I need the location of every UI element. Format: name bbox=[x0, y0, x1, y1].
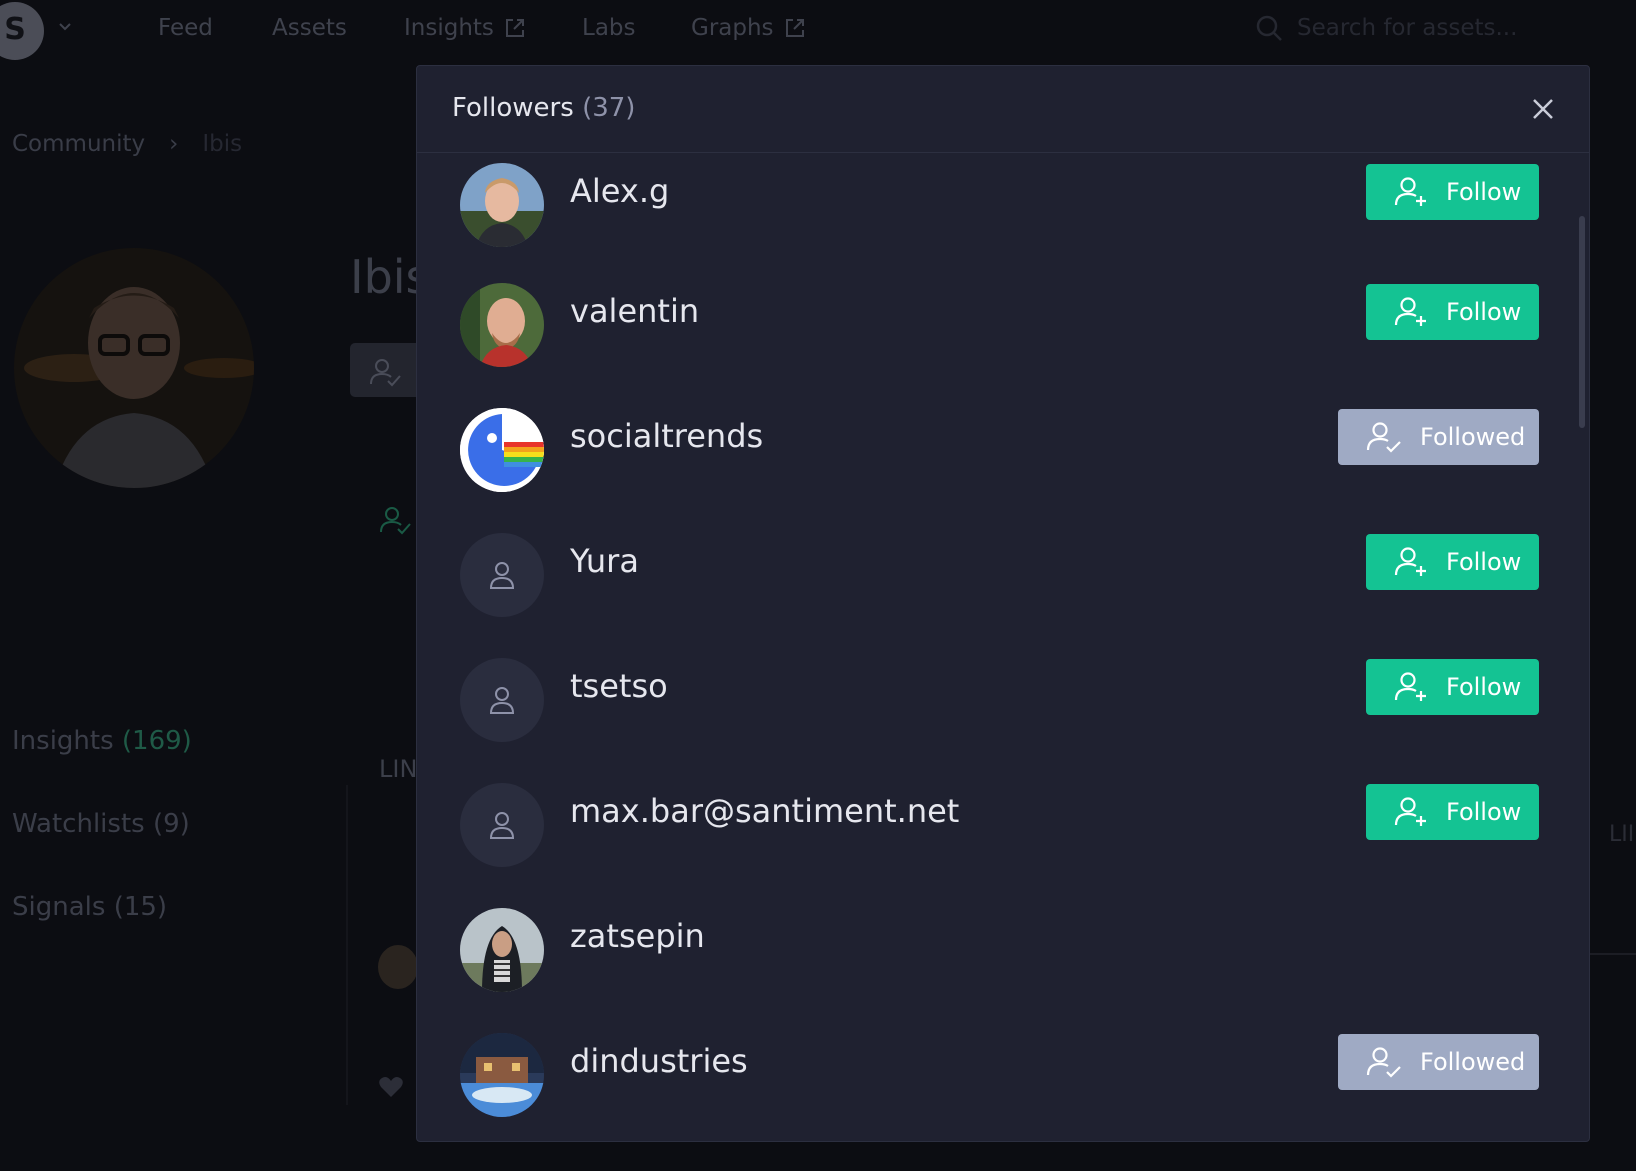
list-item: zatsepin bbox=[417, 899, 1589, 1024]
user-plus-icon bbox=[1394, 797, 1426, 826]
followers-modal: Followers (37) Alex.g Follow valentin Fo… bbox=[416, 65, 1590, 1142]
santiment-logo[interactable]: S bbox=[0, 2, 44, 60]
tab-signals-count: (15) bbox=[113, 892, 168, 922]
list-item: Yura Follow bbox=[417, 524, 1589, 649]
search-bar[interactable]: Search for assets... bbox=[1255, 14, 1517, 42]
avatar[interactable] bbox=[460, 908, 544, 992]
follower-name[interactable]: Alex.g bbox=[570, 172, 669, 210]
top-navigation: S Feed Assets Insights Labs Graphs Searc… bbox=[0, 0, 1636, 62]
background-heading-right: LII bbox=[1609, 822, 1635, 847]
avatar[interactable] bbox=[460, 1033, 544, 1117]
follow-button[interactable]: Follow bbox=[1366, 164, 1539, 220]
breadcrumb-community[interactable]: Community bbox=[12, 131, 145, 157]
avatar[interactable] bbox=[460, 408, 544, 492]
avatar[interactable] bbox=[460, 533, 544, 617]
tab-insights-count: (169) bbox=[121, 726, 192, 756]
follow-button[interactable]: Follow bbox=[1366, 534, 1539, 590]
heart-icon bbox=[379, 1077, 403, 1097]
follow-button[interactable]: Follow bbox=[1366, 784, 1539, 840]
follower-name[interactable]: dindustries bbox=[570, 1042, 748, 1080]
scrollbar[interactable] bbox=[1579, 216, 1585, 428]
list-item: dindustries Followed bbox=[417, 1024, 1589, 1141]
avatar[interactable] bbox=[460, 783, 544, 867]
follow-button-label: Follow bbox=[1446, 178, 1522, 206]
list-item: tsetso Follow bbox=[417, 649, 1589, 774]
divider bbox=[346, 785, 348, 1105]
search-placeholder: Search for assets... bbox=[1297, 15, 1518, 41]
breadcrumb: Community › Ibis bbox=[12, 131, 242, 157]
divider bbox=[1590, 953, 1636, 955]
follower-name[interactable]: Yura bbox=[570, 542, 639, 580]
nav-graphs[interactable]: Graphs bbox=[691, 15, 806, 41]
followed-button[interactable]: Followed bbox=[1338, 409, 1539, 465]
tab-insights-label: Insights bbox=[12, 726, 114, 756]
nav-labs[interactable]: Labs bbox=[582, 15, 636, 41]
user-plus-icon bbox=[1394, 672, 1426, 701]
external-link-icon bbox=[505, 19, 524, 37]
follower-name[interactable]: max.bar@santiment.net bbox=[570, 792, 959, 830]
profile-avatar bbox=[14, 248, 254, 488]
avatar[interactable] bbox=[460, 658, 544, 742]
follow-button-label: Follow bbox=[1446, 673, 1522, 701]
tab-watchlists[interactable]: Watchlists (9) bbox=[12, 809, 190, 839]
list-item: Alex.g Follow bbox=[417, 154, 1589, 279]
follower-name[interactable]: zatsepin bbox=[570, 917, 705, 955]
user-plus-icon bbox=[1394, 297, 1426, 326]
user-check-icon bbox=[1366, 1047, 1401, 1078]
follow-button-label: Follow bbox=[1446, 548, 1522, 576]
nav-labs-label: Labs bbox=[582, 15, 636, 41]
tab-watchlists-label: Watchlists bbox=[12, 809, 145, 839]
user-plus-icon bbox=[1394, 177, 1426, 206]
nav-graphs-label: Graphs bbox=[691, 15, 774, 41]
nav-feed-label: Feed bbox=[158, 15, 213, 41]
background-heading: LIN bbox=[379, 755, 418, 783]
list-item: socialtrends Followed bbox=[417, 399, 1589, 524]
avatar bbox=[378, 945, 418, 989]
follower-name[interactable]: socialtrends bbox=[570, 417, 763, 455]
close-icon[interactable] bbox=[1529, 95, 1557, 123]
follow-button[interactable]: Follow bbox=[1366, 659, 1539, 715]
nav-feed[interactable]: Feed bbox=[158, 15, 213, 41]
nav-assets[interactable]: Assets bbox=[272, 15, 347, 41]
tab-signals-label: Signals bbox=[12, 892, 106, 922]
nav-assets-label: Assets bbox=[272, 15, 347, 41]
tab-insights[interactable]: Insights (169) bbox=[12, 726, 192, 756]
user-check-icon bbox=[370, 359, 401, 387]
followers-count: (37) bbox=[582, 93, 636, 123]
breadcrumb-current: Ibis bbox=[202, 131, 243, 157]
user-plus-icon bbox=[1394, 547, 1426, 576]
nav-insights[interactable]: Insights bbox=[404, 15, 526, 41]
tab-signals[interactable]: Signals (15) bbox=[12, 892, 167, 922]
user-icon bbox=[489, 687, 515, 714]
breadcrumb-separator: › bbox=[169, 131, 179, 157]
user-icon bbox=[489, 812, 515, 839]
tab-watchlists-count: (9) bbox=[152, 809, 190, 839]
follow-button[interactable]: Follow bbox=[1366, 284, 1539, 340]
avatar[interactable] bbox=[460, 283, 544, 367]
modal-title-label: Followers bbox=[452, 93, 574, 123]
modal-header: Followers (37) bbox=[417, 66, 1589, 153]
search-icon bbox=[1256, 15, 1282, 41]
external-link-icon bbox=[785, 19, 804, 37]
follower-name[interactable]: tsetso bbox=[570, 667, 668, 705]
user-icon bbox=[489, 562, 515, 589]
followed-button-label: Followed bbox=[1420, 423, 1526, 451]
followed-button[interactable]: Followed bbox=[1338, 1034, 1539, 1090]
chevron-down-icon[interactable] bbox=[58, 22, 72, 32]
list-item: valentin Follow bbox=[417, 274, 1589, 399]
nav-insights-label: Insights bbox=[404, 15, 494, 41]
followed-button-label: Followed bbox=[1420, 1048, 1526, 1076]
follow-button-label: Follow bbox=[1446, 798, 1522, 826]
avatar[interactable] bbox=[460, 163, 544, 247]
user-check-icon bbox=[1366, 422, 1401, 453]
follow-button-label: Follow bbox=[1446, 298, 1522, 326]
user-check-icon bbox=[380, 507, 411, 535]
follower-name[interactable]: valentin bbox=[570, 292, 699, 330]
followers-list[interactable]: Alex.g Follow valentin Follow socialtren… bbox=[417, 154, 1589, 1141]
modal-title: Followers (37) bbox=[452, 93, 635, 123]
list-item: max.bar@santiment.net Follow bbox=[417, 774, 1589, 899]
